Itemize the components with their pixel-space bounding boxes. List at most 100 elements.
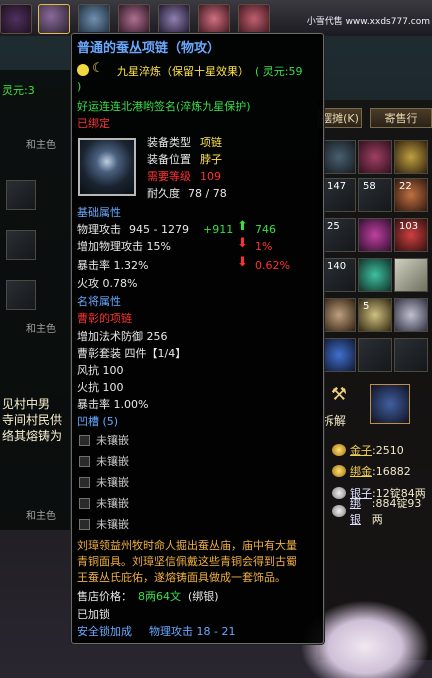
safe-lock-label: 安全锁加成 bbox=[77, 625, 132, 638]
sell-price-value: 8两64文 bbox=[138, 590, 181, 603]
inventory-slot[interactable] bbox=[394, 298, 428, 332]
sell-price-note: (绑银) bbox=[188, 590, 219, 603]
type-label: 装备类型 bbox=[147, 136, 191, 149]
gold-row: 金子:2510 bbox=[332, 441, 404, 459]
necklace-icon bbox=[78, 138, 136, 196]
left-faded-text: 和主色 bbox=[26, 324, 56, 335]
coin-icon bbox=[332, 465, 346, 477]
position-label: 装备位置 bbox=[147, 153, 191, 166]
durability-value: 78 / 78 bbox=[188, 187, 227, 200]
skill-icon[interactable] bbox=[158, 4, 190, 34]
decompose-slot[interactable] bbox=[370, 384, 410, 424]
socket-checkbox bbox=[79, 498, 90, 509]
sell-price-label: 售店价格： bbox=[77, 590, 132, 603]
gold-value: :2510 bbox=[372, 443, 404, 457]
inventory-slot[interactable] bbox=[322, 140, 356, 174]
consign-shop-tab[interactable]: 寄售行 bbox=[370, 108, 432, 128]
set-bonus: 曹彰套装 四件【1/4】 bbox=[77, 347, 187, 360]
socket-checkbox bbox=[79, 477, 90, 488]
inventory-slot[interactable] bbox=[358, 218, 392, 252]
left-faded-text: 和主色 bbox=[26, 140, 56, 151]
left-slot[interactable] bbox=[6, 230, 36, 260]
locked-status: 已加锁 bbox=[77, 608, 110, 621]
bound-gold-row: 绑金:16882 bbox=[332, 462, 411, 480]
skill-icon[interactable] bbox=[38, 4, 70, 34]
crit-compare: 0.62% bbox=[255, 259, 290, 272]
empty-socket: 未镶嵌 bbox=[96, 518, 129, 531]
phys-atk-compare: 746 bbox=[255, 223, 276, 236]
left-spirit-text: 灵元:3 bbox=[2, 84, 35, 97]
item-title: 普通的蚕丛项链（物攻） bbox=[77, 41, 221, 56]
bound-status: 已绑定 bbox=[77, 117, 110, 130]
add-phys-atk: 增加物理攻击 15% bbox=[77, 240, 171, 253]
smile-icon bbox=[77, 64, 89, 76]
empty-socket: 未镶嵌 bbox=[96, 455, 129, 468]
skill-icon[interactable] bbox=[118, 4, 150, 34]
inventory-slot[interactable]: 58 bbox=[358, 178, 392, 212]
type-value: 项链 bbox=[200, 136, 222, 149]
bound-gold-label[interactable]: 绑金 bbox=[350, 463, 372, 479]
hammer-icon[interactable]: ⚒ bbox=[322, 384, 356, 408]
durability-label: 耐久度 bbox=[147, 187, 180, 200]
inventory-slot[interactable] bbox=[322, 338, 356, 372]
position-value: 脖子 bbox=[200, 153, 222, 166]
refine-text: 九星淬炼（保留十星效果） bbox=[117, 65, 249, 78]
left-quest-text: 络其熔铸为 bbox=[2, 429, 63, 443]
stack-count: 58 bbox=[363, 181, 376, 192]
left-slot[interactable] bbox=[6, 280, 36, 310]
bound-silver-row: 绑银:884锭93两 bbox=[332, 497, 432, 526]
inventory-slot[interactable] bbox=[394, 140, 428, 174]
gold-label[interactable]: 金子 bbox=[350, 442, 372, 458]
split-button[interactable]: 拆解 bbox=[322, 412, 346, 429]
inventory-slot[interactable]: 22 bbox=[394, 178, 428, 212]
req-level-label: 需要等级 bbox=[147, 170, 191, 183]
phys-atk-value: 945 - 1279 bbox=[129, 223, 189, 236]
add-phys-compare: 1% bbox=[255, 240, 273, 253]
inventory-slot[interactable] bbox=[358, 258, 392, 292]
skill-icon[interactable] bbox=[238, 4, 270, 34]
stack-count: 5 bbox=[363, 301, 370, 312]
bound-gold-value: :16882 bbox=[372, 464, 411, 478]
socket-checkbox bbox=[79, 435, 90, 446]
spirit-close: ) bbox=[77, 80, 82, 93]
watermark: 小雪代售 www.xxds777.com bbox=[306, 17, 430, 27]
lore-line-2: 青铜面具。刘璋坚信佩戴这些青铜会得到古蜀 bbox=[77, 555, 297, 568]
coin-icon bbox=[332, 444, 346, 456]
arrow-up-icon: ⬆ bbox=[237, 219, 248, 234]
arrow-down-icon: ⬇ bbox=[237, 255, 248, 270]
inventory-slot[interactable] bbox=[358, 140, 392, 174]
left-quest-text: 见村中男 bbox=[2, 397, 51, 411]
inventory-slot[interactable] bbox=[358, 338, 392, 372]
inventory-slot[interactable]: 140 bbox=[322, 258, 356, 292]
coin-icon bbox=[332, 487, 346, 499]
bound-silver-value: :884锭93两 bbox=[371, 497, 422, 526]
safe-lock-bonus: 物理攻击 18 - 21 bbox=[149, 625, 236, 638]
skill-icon[interactable] bbox=[78, 4, 110, 34]
inventory-slot[interactable] bbox=[394, 258, 428, 292]
empty-socket: 未镶嵌 bbox=[96, 497, 129, 510]
basic-attr-header: 基础属性 bbox=[77, 206, 121, 219]
inventory-slot[interactable]: 5 bbox=[358, 298, 392, 332]
inventory-slot[interactable]: 25 bbox=[322, 218, 356, 252]
left-slot[interactable] bbox=[6, 180, 36, 210]
skill-icon[interactable] bbox=[198, 4, 230, 34]
bound-silver-label[interactable]: 绑银 bbox=[350, 495, 372, 527]
hero-item-name: 曹彰的项链 bbox=[77, 312, 132, 325]
fire-attack: 火攻 0.78% bbox=[77, 277, 138, 290]
stack-count: 22 bbox=[399, 181, 412, 192]
phys-atk-bonus: +911 bbox=[203, 223, 234, 236]
named-attr-header: 名将属性 bbox=[77, 295, 121, 308]
socket-header: 凹槽 (5) bbox=[77, 415, 119, 428]
stack-count: 147 bbox=[327, 181, 347, 192]
inventory-slot[interactable]: 103 bbox=[394, 218, 428, 252]
stall-tab[interactable]: 摆摊(K) bbox=[318, 108, 362, 128]
skill-icon[interactable] bbox=[0, 4, 32, 34]
stack-count: 103 bbox=[399, 221, 419, 232]
inventory-slot[interactable] bbox=[394, 338, 428, 372]
inventory-slot[interactable]: 147 bbox=[322, 178, 356, 212]
phys-atk-label: 物理攻击 bbox=[77, 223, 121, 236]
left-quest-text: 寺间村民供 bbox=[2, 413, 63, 427]
inventory-slot[interactable] bbox=[322, 298, 356, 332]
crit-rate: 暴击率 1.32% bbox=[77, 259, 149, 272]
fire-resist: 火抗 100 bbox=[77, 381, 124, 394]
